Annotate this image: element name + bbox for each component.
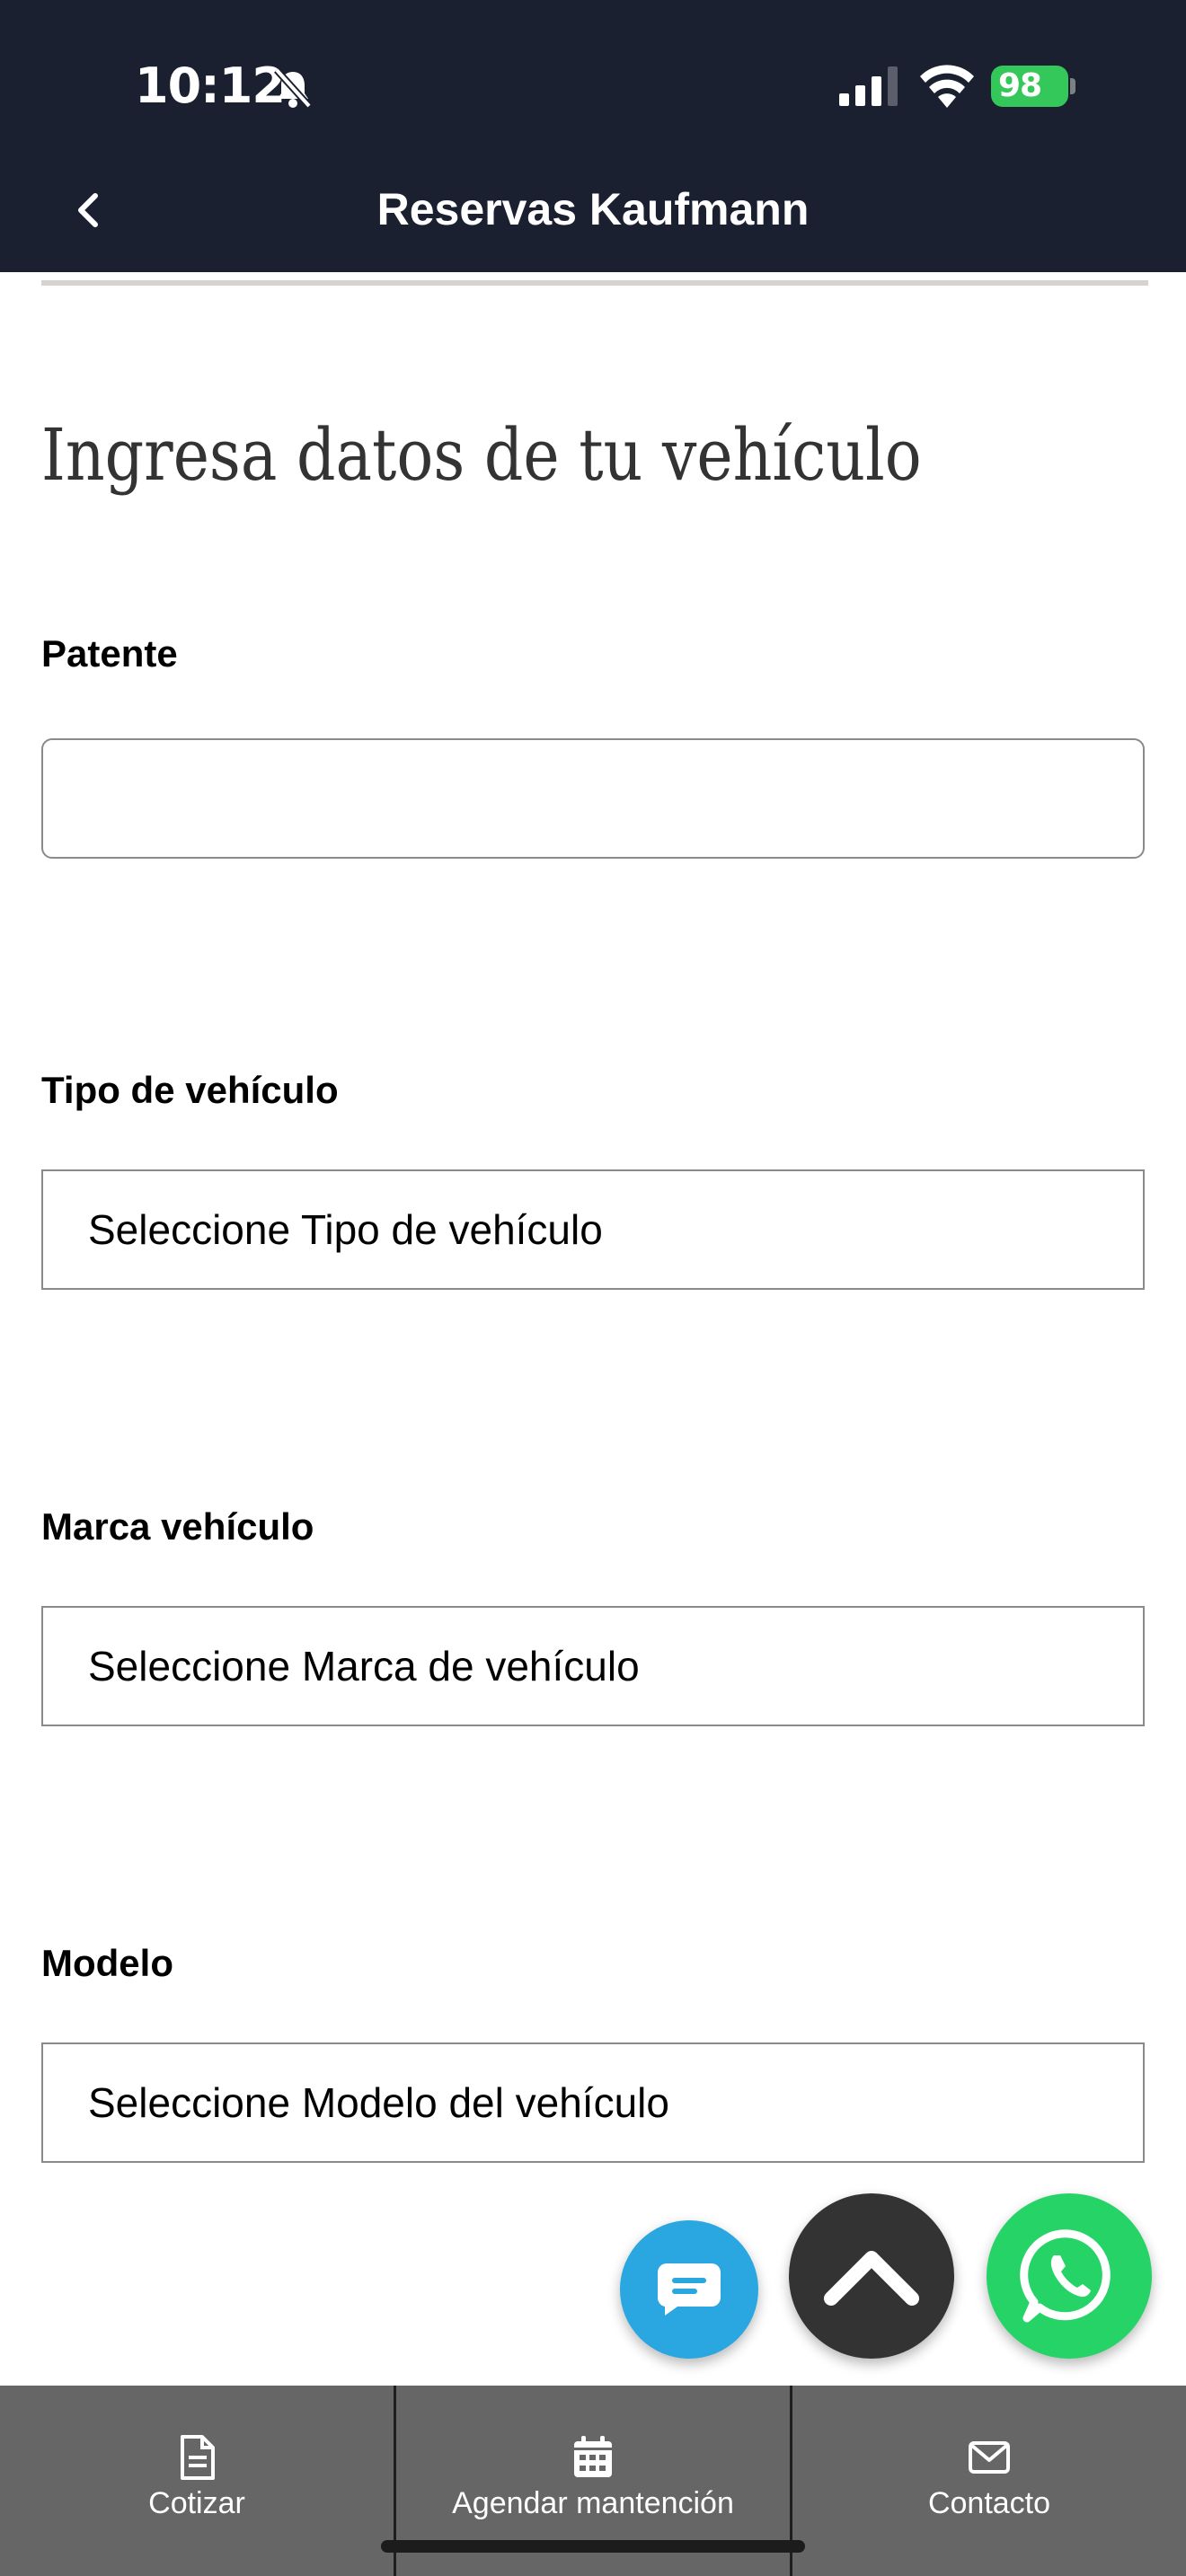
calendar-icon <box>574 2436 612 2477</box>
wifi-icon <box>920 65 974 108</box>
home-indicator <box>381 2540 805 2553</box>
modelo-selected: Seleccione Modelo del vehículo <box>88 2079 669 2126</box>
whatsapp-icon <box>1020 2229 1111 2323</box>
battery-tip <box>1070 78 1075 94</box>
marca-vehiculo-select[interactable]: Seleccione Marca de vehículo <box>41 1606 1145 1726</box>
bell-slash-icon <box>274 67 312 109</box>
tipo-vehiculo-label: Tipo de vehículo <box>41 1069 339 1111</box>
envelope-icon <box>969 2441 1010 2474</box>
scroll-top-button[interactable] <box>789 2193 954 2359</box>
app-title: Reservas Kaufmann <box>376 184 810 234</box>
top-bar: 10:12 98 Reservas Kaufmann <box>0 0 1186 272</box>
chat-bubble-icon <box>657 2263 721 2316</box>
marca-vehiculo-selected: Seleccione Marca de vehículo <box>88 1643 640 1689</box>
nav-contacto[interactable]: Contacto <box>790 2386 1186 2576</box>
tipo-vehiculo-selected: Seleccione Tipo de vehículo <box>88 1206 603 1253</box>
patente-input[interactable] <box>41 738 1145 859</box>
status-time: 10:12 <box>135 57 286 114</box>
nav-cotizar-label: Cotizar <box>148 2486 245 2520</box>
nav-contacto-label: Contacto <box>927 2486 1051 2520</box>
battery-indicator: 98 <box>991 66 1068 107</box>
patente-label: Patente <box>41 632 178 675</box>
form-title: Ingresa datos de tu vehículo <box>41 413 922 497</box>
nav-agendar-label: Agendar mantención <box>452 2486 734 2520</box>
tipo-vehiculo-select[interactable]: Seleccione Tipo de vehículo <box>41 1169 1145 1290</box>
document-icon <box>181 2435 215 2480</box>
modelo-select[interactable]: Seleccione Modelo del vehículo <box>41 2042 1145 2163</box>
marca-vehiculo-label: Marca vehículo <box>41 1505 314 1548</box>
nav-cotizar[interactable]: Cotizar <box>0 2386 394 2576</box>
chat-button[interactable] <box>620 2220 758 2359</box>
whatsapp-button[interactable] <box>987 2193 1152 2359</box>
divider <box>41 280 1148 286</box>
modelo-label: Modelo <box>41 1942 173 1984</box>
signal-icon <box>839 66 898 106</box>
chevron-up-icon <box>824 2251 919 2306</box>
